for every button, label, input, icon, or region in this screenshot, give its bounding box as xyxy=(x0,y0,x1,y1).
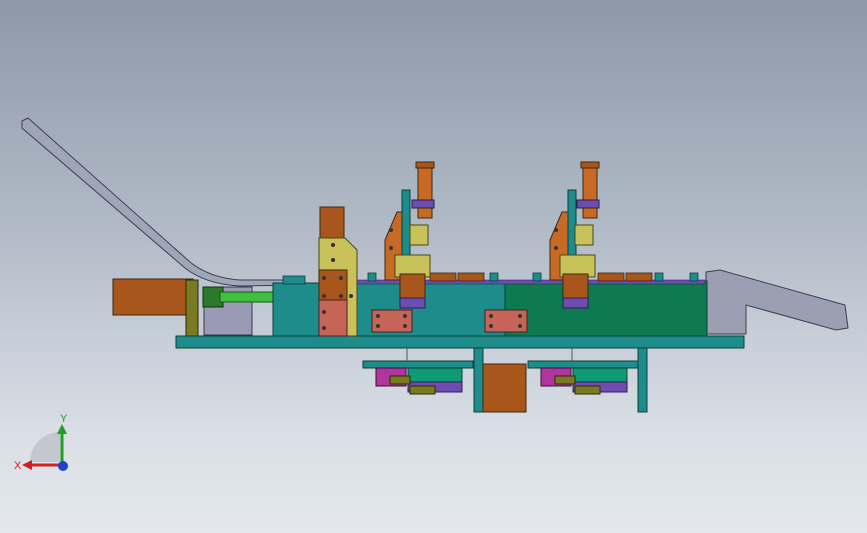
left-infeed-block xyxy=(112,278,301,337)
machine-assembly-side-view xyxy=(21,117,849,413)
x-axis-label: X xyxy=(14,460,22,472)
feed-rail xyxy=(21,117,301,287)
x-axis-arrow-icon xyxy=(22,460,32,470)
triad-axes: Y X xyxy=(14,413,68,472)
orientation-triad[interactable]: Y X xyxy=(10,410,80,480)
lower-cylinder-1 xyxy=(375,367,463,395)
discharge-chute xyxy=(705,269,849,335)
base-plate xyxy=(175,335,745,349)
y-axis-arrow-icon xyxy=(57,424,67,434)
y-axis-label: Y xyxy=(60,413,68,425)
lower-cylinder-2 xyxy=(540,367,628,395)
cad-graphics-viewport[interactable]: Y X xyxy=(0,0,867,533)
left-station xyxy=(318,206,358,337)
z-axis-dot-icon xyxy=(58,461,68,471)
